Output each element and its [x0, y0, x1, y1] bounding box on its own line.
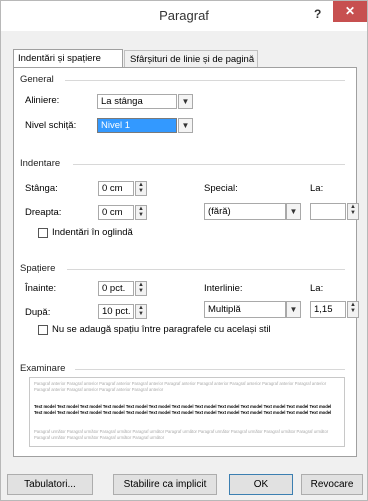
spinner-icon[interactable]: ▲ ▼ [135, 205, 147, 220]
title-bar: Paragraf ? ✕ [1, 1, 367, 31]
space-before-input[interactable]: 0 pct. [98, 281, 134, 296]
spinner-icon[interactable]: ▲ ▼ [347, 203, 359, 220]
indent-left-input[interactable]: 0 cm [98, 181, 134, 196]
divider [67, 269, 345, 270]
space-before-label: Înainte: [25, 283, 57, 294]
indent-by-label: La: [310, 183, 324, 194]
help-button[interactable]: ? [314, 7, 321, 21]
line-spacing-label: Interlinie: [204, 283, 243, 294]
chevron-down-icon[interactable]: ▼ [178, 118, 193, 133]
chevron-down-icon[interactable]: ▼ [286, 203, 301, 220]
spinner-icon[interactable]: ▲ ▼ [135, 181, 147, 196]
space-after-label: După: [25, 307, 51, 318]
cancel-button[interactable]: Revocare [301, 474, 363, 495]
indent-right-label: Dreapta: [25, 207, 62, 218]
paragraph-preview: Paragraf anterior Paragraf anterior Para… [29, 377, 345, 447]
section-preview-title: Examinare [20, 363, 66, 374]
preview-previous-paragraph: Paragraf anterior Paragraf anterior Para… [34, 381, 327, 392]
tab-line-page-breaks[interactable]: Sfârșituri de linie și de pagină [124, 50, 258, 67]
divider [65, 80, 345, 81]
alignment-label: Aliniere: [25, 95, 60, 106]
section-spacing-title: Spațiere [20, 263, 56, 274]
tab-indents-spacing[interactable]: Indentări și spațiere [13, 49, 123, 67]
line-spacing-select[interactable]: Multiplă [204, 301, 286, 318]
spinner-icon[interactable]: ▲ ▼ [135, 304, 147, 319]
preview-sample-text: Text model Text model Text model Text mo… [34, 404, 332, 415]
outline-level-select[interactable]: Nivel 1 [97, 118, 177, 133]
tabs-button[interactable]: Tabulatori... [7, 474, 93, 495]
divider [75, 369, 345, 370]
ok-button[interactable]: OK [229, 474, 293, 495]
dont-add-space-checkbox[interactable] [38, 325, 48, 335]
dialog-title: Paragraf [159, 8, 209, 23]
mirror-indents-label: Indentări în oglindă [52, 227, 133, 238]
indent-left-label: Stânga: [25, 183, 58, 194]
close-button[interactable]: ✕ [333, 1, 367, 22]
special-label: Special: [204, 183, 238, 194]
line-spacing-at-label: La: [310, 283, 324, 294]
spinner-icon[interactable]: ▲ ▼ [347, 301, 359, 318]
indent-right-input[interactable]: 0 cm [98, 205, 134, 220]
line-spacing-at-input[interactable]: 1,15 [310, 301, 346, 318]
set-default-button[interactable]: Stabilire ca implicit [113, 474, 217, 495]
indent-by-input[interactable] [310, 203, 346, 220]
section-indent-title: Indentare [20, 158, 61, 169]
outline-level-label: Nivel schiță: [25, 120, 77, 131]
section-general-title: General [20, 74, 54, 85]
mirror-indents-checkbox[interactable] [38, 228, 48, 238]
preview-following-paragraph: Paragraf următor Paragraf următor Paragr… [34, 429, 329, 440]
chevron-down-icon[interactable]: ▼ [286, 301, 301, 318]
paragraph-dialog: Paragraf ? ✕ Indentări și spațiere Sfârș… [0, 0, 368, 501]
space-after-input[interactable]: 10 pct. [98, 304, 134, 319]
divider [73, 164, 345, 165]
special-select[interactable]: (fără) [204, 203, 286, 220]
spinner-icon[interactable]: ▲ ▼ [135, 281, 147, 296]
chevron-down-icon[interactable]: ▼ [178, 94, 193, 109]
dont-add-space-label: Nu se adaugă spațiu între paragrafele cu… [52, 324, 271, 335]
alignment-select[interactable]: La stânga [97, 94, 177, 109]
